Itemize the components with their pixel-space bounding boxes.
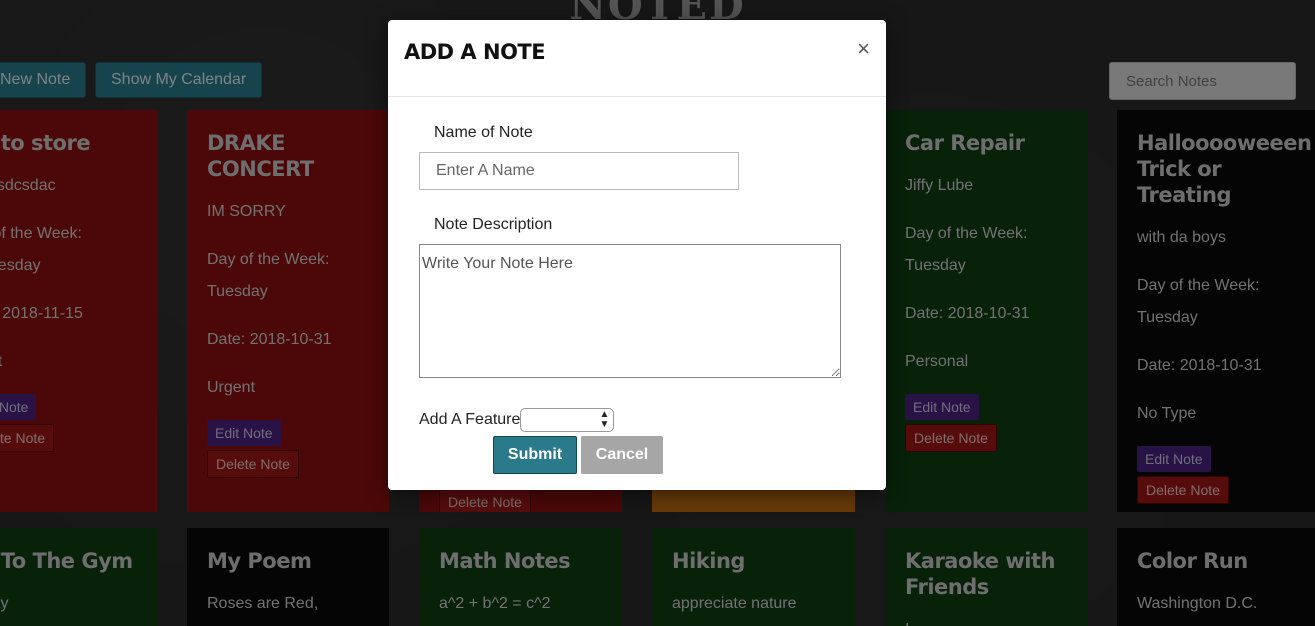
feature-select[interactable]: ▲ ▼	[520, 408, 615, 432]
name-label: Name of Note	[434, 124, 533, 141]
close-icon[interactable]: ×	[857, 38, 870, 60]
select-arrows-icon: ▲ ▼	[599, 409, 610, 430]
modal-header: ADD A NOTE ×	[388, 20, 886, 97]
submit-button[interactable]: Submit	[493, 436, 577, 474]
add-note-modal: ADD A NOTE × Name of Note Note Descripti…	[388, 20, 886, 490]
feature-row: Add A Feature ▲ ▼	[419, 408, 615, 432]
description-label: Note Description	[434, 216, 553, 233]
modal-title: ADD A NOTE	[404, 40, 546, 64]
note-description-textarea[interactable]	[419, 244, 841, 378]
cancel-button[interactable]: Cancel	[581, 436, 663, 474]
note-name-input[interactable]	[419, 152, 739, 190]
feature-label: Add A Feature	[419, 411, 521, 428]
